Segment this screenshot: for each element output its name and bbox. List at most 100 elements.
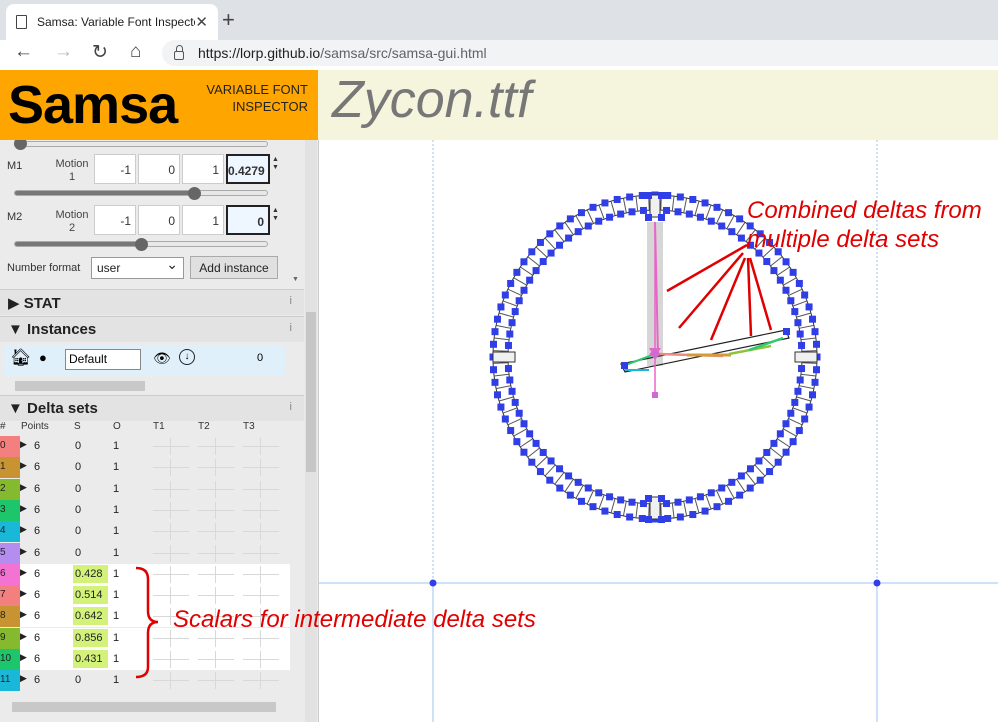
delta-set-row[interactable]: 1 ▶ 6 0 1 [0,457,290,479]
marker-point [658,192,665,199]
delta-hscrollbar[interactable] [0,700,288,714]
outline-point [746,465,754,473]
expand-triangle-icon[interactable]: ▶ [20,439,27,450]
outline-point [801,415,809,423]
instances-hscrollbar[interactable] [3,379,287,393]
expand-triangle-icon[interactable]: ▶ [20,588,27,599]
url-field[interactable]: https://lorp.github.io/samsa/src/samsa-g… [162,40,998,66]
home-icon[interactable]: 🏠︎ [10,348,32,368]
add-instance-button[interactable]: Add instance [190,256,278,279]
outline-point [539,448,547,456]
delta-set-row[interactable]: 0 ▶ 6 0 1 [0,436,290,457]
expand-triangle-icon[interactable]: ▶ [20,673,27,684]
axis-default-m1[interactable]: 0 [138,154,180,184]
ring-segment [564,478,574,492]
outline-point [728,478,736,486]
slider-knob[interactable] [14,140,27,150]
axis-value-m1[interactable]: 0.4279 [226,154,270,184]
axis-min-m2[interactable]: -1 [94,205,136,235]
axis-max-m2[interactable]: 1 [182,205,224,235]
delta-index: 5 [0,546,6,558]
delta-set-row[interactable]: 4 ▶ 6 0 1 [0,521,290,543]
outline-point [493,315,501,323]
instances-section-header[interactable]: ▼ Instances i [0,316,304,342]
reload-icon[interactable]: ↻ [92,41,108,64]
delta-set-row[interactable]: 2 ▶ 6 0 1 [0,478,290,500]
glyph-canvas[interactable]: Combined deltas from multiple delta sets [318,140,998,722]
instances-title: Instances [27,321,97,338]
ring-segment [796,396,812,402]
scroll-thumb[interactable] [15,381,145,391]
stat-section-header[interactable]: ▶ STAT i [0,289,304,315]
delta-order: 1 [113,610,120,623]
scroll-thumb[interactable] [306,312,316,472]
annotation-line [748,257,773,331]
panel-vscrollbar[interactable] [288,140,318,722]
scroll-thumb[interactable] [12,702,276,712]
expand-triangle-icon[interactable]: ▶ [20,482,27,493]
expand-triangle-icon[interactable]: ▶ [20,460,27,471]
expand-triangle-icon[interactable]: ▶ [20,524,27,535]
origin-point [429,579,437,587]
outline-point [515,409,523,417]
outline-point [501,415,509,423]
instance-name-input[interactable]: Default [65,349,141,370]
slider-knob-m2[interactable] [135,238,148,251]
axis-slider-partial[interactable] [14,141,268,147]
delta-index: 9 [0,631,6,643]
stepper-icon[interactable]: ▲ ▼ [272,156,280,172]
outline-point [789,268,797,276]
axis-value-m2[interactable]: 0 [226,205,270,235]
ring-segment [502,407,518,414]
close-tab-icon[interactable]: ✕ [195,13,208,31]
slider-knob-m1[interactable] [188,187,202,200]
axis-min-m1[interactable]: -1 [94,154,136,184]
delta-order: 1 [113,674,120,687]
outline-point [606,213,614,221]
outline-point [787,297,795,305]
outline-point [566,491,574,499]
outline-point [663,206,671,214]
expand-triangle-icon[interactable]: ▶ [20,546,27,557]
delta-set-row[interactable]: 5 ▶ 6 0 1 [0,542,290,564]
expand-triangle-icon[interactable]: ▶ [20,609,27,620]
forward-arrow-icon[interactable]: → [54,41,73,63]
triangle-right-icon: ▶ [8,295,24,312]
browser-tab[interactable]: Samsa: Variable Font Inspector ✕ [6,4,218,40]
back-arrow-icon[interactable]: ← [14,41,33,63]
instance-row[interactable]: 🏠︎ ● Default 👁︎ ↓ 0 [3,345,285,375]
outline-point [696,213,704,221]
delta-sets-section-header[interactable]: ▼ Delta sets i [0,395,304,421]
new-tab-button[interactable]: + [222,7,235,33]
ring-segment [544,464,556,477]
number-format-select[interactable]: user [91,256,184,279]
col-header-index: # [0,421,6,432]
axis-slider-m1[interactable] [14,190,268,196]
delta-set-row[interactable]: 3 ▶ 6 0 1 [0,499,290,521]
download-icon[interactable]: ↓ [179,349,195,365]
expand-triangle-icon[interactable]: ▶ [20,652,27,663]
delta-t3-cell [241,500,281,521]
home-icon[interactable]: ⌂ [130,41,141,63]
axis-max-m1[interactable]: 1 [182,154,224,184]
ring-segment [635,196,639,212]
delta-t1-cell [151,436,191,457]
stepper-icon[interactable]: ▲ ▼ [272,207,280,223]
expand-triangle-icon[interactable]: ▶ [20,631,27,642]
axis-default-m2[interactable]: 0 [138,205,180,235]
outline-point [515,297,523,305]
outline-point [547,457,555,465]
outline-point [713,203,721,211]
annotation-line [746,257,753,337]
expand-triangle-icon[interactable]: ▶ [20,567,27,578]
expand-triangle-icon[interactable]: ▶ [20,503,27,514]
ring-segment [598,494,605,510]
outline-point [676,513,684,521]
outline-point [528,248,536,256]
outline-point [574,228,582,236]
outline-point [782,286,790,294]
eye-icon[interactable]: 👁︎ [153,350,171,367]
ring-segment [575,485,584,499]
outline-point [676,193,684,201]
outline-point [526,276,534,284]
